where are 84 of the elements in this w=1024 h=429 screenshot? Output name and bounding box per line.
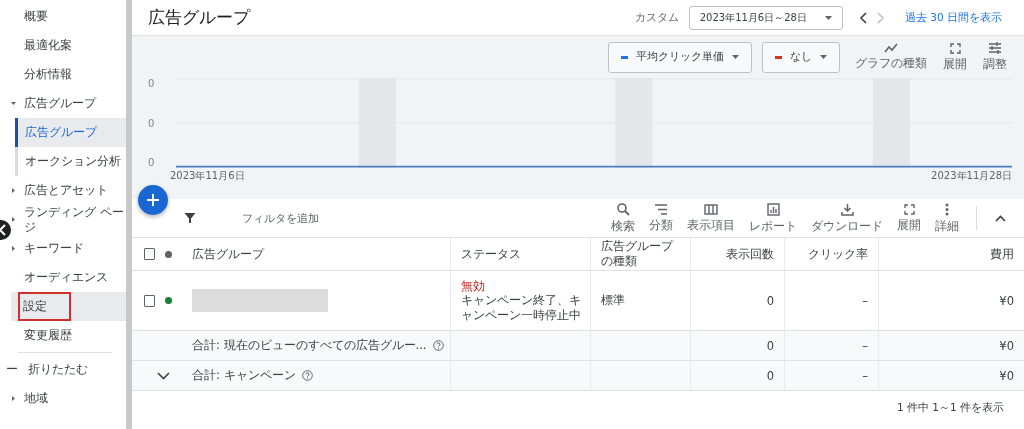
column-header[interactable]: 広告グループの種類 bbox=[590, 238, 690, 271]
table-cell: 0 bbox=[690, 331, 784, 361]
caret-icon bbox=[820, 55, 827, 59]
chart-tool-button[interactable]: グラフの種類 bbox=[850, 43, 932, 71]
metric-dropdown[interactable]: 平均クリック単価 bbox=[608, 41, 752, 73]
page-title: 広告グループ bbox=[148, 6, 252, 29]
collapsed-arrow-icon bbox=[11, 217, 16, 222]
column-header[interactable]: 費用 bbox=[878, 238, 1024, 271]
collapsed-arrow-icon bbox=[11, 188, 16, 193]
table-tool-button[interactable]: ダウンロード bbox=[806, 202, 888, 234]
x-axis-label: 2023年11月6日 bbox=[170, 169, 245, 183]
nav-item[interactable]: オークション分析 bbox=[18, 147, 126, 176]
filter-icon[interactable] bbox=[184, 212, 196, 224]
last-30-days-link[interactable]: 過去 30 日間を表示 bbox=[904, 10, 1002, 25]
column-header[interactable]: ステータス bbox=[450, 238, 590, 271]
nav-item[interactable]: キーワード bbox=[11, 234, 126, 263]
nav-item[interactable]: 変更履歴 bbox=[11, 321, 126, 350]
chevron-down-icon[interactable] bbox=[157, 371, 170, 380]
range-label: カスタム bbox=[634, 10, 679, 25]
table-cell: ¥0 bbox=[878, 361, 1024, 391]
pagination-text: 1 件中 1～1 件を表示 bbox=[896, 401, 1004, 415]
table-tool-button[interactable]: 展開 bbox=[892, 203, 926, 233]
scrollbar[interactable] bbox=[126, 0, 132, 429]
table-cell: – bbox=[784, 331, 878, 361]
collapse-nav-icon[interactable] bbox=[0, 220, 11, 240]
column-header[interactable]: 表示回数 bbox=[690, 238, 784, 271]
table-tool-button[interactable]: 検索 bbox=[606, 202, 640, 234]
y-axis-label: 0 bbox=[148, 117, 156, 129]
nav-item[interactable]: 分析情報 bbox=[11, 60, 126, 89]
table-tool-button[interactable]: 表示項目 bbox=[682, 203, 740, 233]
nav-item[interactable]: 概要 bbox=[11, 2, 126, 31]
x-axis-label: 2023年11月28日 bbox=[931, 169, 1012, 183]
nav-item[interactable]: 設定 bbox=[11, 292, 126, 321]
status-detail: キャンペーン終了、キャンペーン一時停止中 bbox=[461, 293, 582, 323]
nav-item[interactable]: 広告グループ bbox=[15, 118, 126, 147]
add-filter-button[interactable]: フィルタを追加 bbox=[242, 210, 606, 226]
date-range-dropdown[interactable]: 2023年11月6日～28日 bbox=[688, 5, 843, 30]
y-axis-label: 0 bbox=[148, 78, 156, 89]
caret-icon bbox=[732, 55, 739, 59]
fullscreen-icon bbox=[903, 203, 915, 215]
table-tool-button[interactable]: レポート bbox=[744, 202, 802, 234]
status-text: 無効 bbox=[461, 278, 485, 294]
table-cell: 0 bbox=[690, 361, 784, 391]
add-button[interactable] bbox=[138, 185, 168, 215]
total-label: 合計: キャンペーン bbox=[192, 368, 296, 383]
total-label: 合計: 現在のビューのすべての広告グルー... bbox=[192, 338, 427, 353]
search-icon bbox=[616, 202, 630, 216]
nav-item[interactable]: 広告とアセット bbox=[11, 176, 126, 205]
nav-item[interactable]: 地域 bbox=[11, 384, 126, 413]
sliders-icon bbox=[988, 42, 1002, 54]
more-icon bbox=[945, 202, 949, 216]
previous-icon[interactable] bbox=[858, 11, 867, 24]
help-icon[interactable] bbox=[301, 370, 313, 381]
chart-tool-button[interactable]: 調整 bbox=[978, 42, 1012, 72]
caret-icon bbox=[824, 15, 832, 20]
nav-item[interactable]: オーディエンス bbox=[11, 263, 126, 292]
collapsed-arrow-icon bbox=[11, 246, 16, 251]
collapse-up-icon[interactable] bbox=[995, 214, 1006, 222]
nav-item[interactable]: 最適化案 bbox=[11, 31, 126, 60]
select-all-checkbox[interactable] bbox=[144, 248, 156, 260]
columns-icon bbox=[704, 203, 718, 215]
fullscreen-icon bbox=[949, 42, 961, 54]
download-icon bbox=[840, 202, 854, 216]
expanded-arrow-icon bbox=[11, 101, 16, 106]
y-axis-label: 0 bbox=[148, 157, 156, 168]
metric-dropdown[interactable]: なし bbox=[762, 41, 840, 73]
table-tool-button[interactable]: 分類 bbox=[644, 203, 678, 233]
help-icon[interactable] bbox=[432, 340, 444, 351]
table-cell: ¥0 bbox=[878, 331, 1024, 361]
status-dot-icon bbox=[165, 250, 172, 258]
table-cell: – bbox=[784, 361, 878, 391]
column-header[interactable]: 広告グループ bbox=[182, 238, 450, 271]
lines-icon bbox=[654, 203, 668, 215]
line-chart-icon bbox=[884, 43, 898, 53]
plus-icon bbox=[146, 193, 160, 207]
nav-item[interactable]: 広告グループ bbox=[11, 89, 126, 118]
table-tool-button[interactable]: 詳細 bbox=[930, 202, 964, 234]
column-header[interactable]: クリック率 bbox=[784, 238, 878, 271]
collapsed-arrow-icon bbox=[11, 396, 16, 401]
row-checkbox[interactable] bbox=[144, 294, 156, 307]
chart-tool-button[interactable]: 展開 bbox=[938, 42, 972, 72]
collapse-button[interactable]: ー 折りたたむ bbox=[0, 355, 126, 384]
nav-item[interactable]: ランディング ページ bbox=[11, 205, 126, 234]
bar-chart-icon bbox=[766, 202, 780, 216]
